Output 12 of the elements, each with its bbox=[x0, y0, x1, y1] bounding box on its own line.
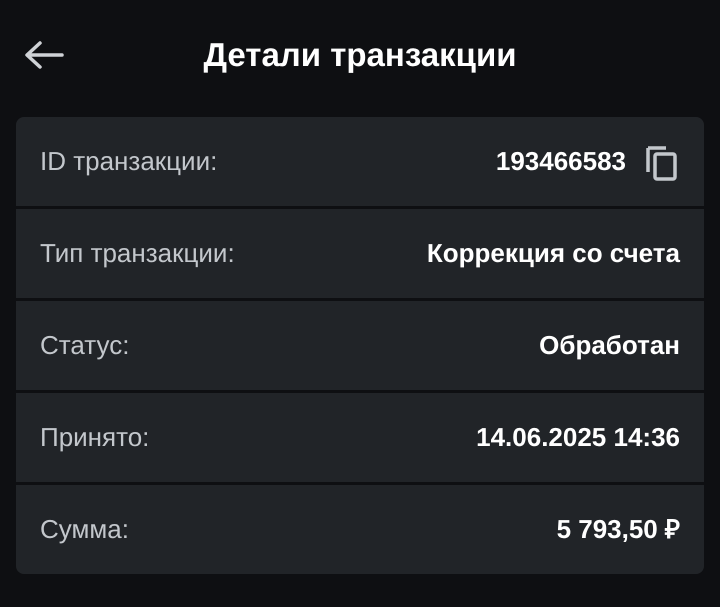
detail-label: Статус: bbox=[40, 329, 130, 362]
detail-value: Коррекция со счета bbox=[426, 237, 680, 270]
detail-label: Сумма: bbox=[40, 513, 129, 546]
detail-label: ID транзакции: bbox=[40, 145, 218, 178]
page-title: Детали транзакции bbox=[203, 36, 517, 73]
detail-label: Тип транзакции: bbox=[40, 237, 235, 270]
detail-value: Обработан bbox=[539, 329, 680, 362]
back-button[interactable] bbox=[22, 38, 66, 72]
detail-label: Принято: bbox=[40, 421, 150, 454]
detail-value: 193466583 bbox=[496, 145, 626, 178]
detail-value: 14.06.2025 14:36 bbox=[476, 421, 680, 454]
detail-value: 5 793,50 ₽ bbox=[556, 513, 680, 546]
